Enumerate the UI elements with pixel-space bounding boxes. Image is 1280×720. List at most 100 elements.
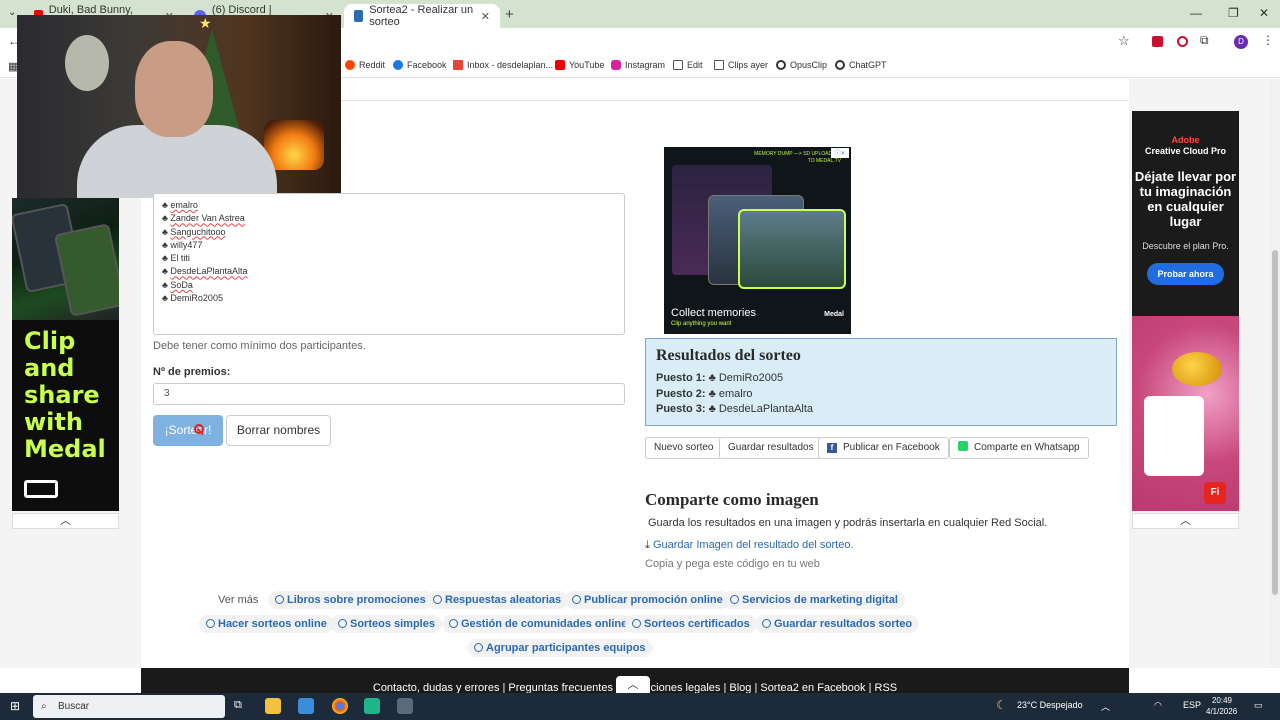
folder-icon: [714, 60, 724, 70]
plus-circle-icon: [206, 619, 215, 628]
link-pill[interactable]: Servicios de marketing digital: [723, 591, 905, 609]
whatsapp-icon: [958, 441, 968, 451]
participants-hint: Debe tener como mínimo dos participantes…: [153, 340, 366, 352]
tab-list-chevron-icon[interactable]: ⌄: [8, 7, 16, 18]
extension-icon-1[interactable]: [1152, 36, 1163, 47]
plus-circle-icon: [730, 595, 739, 604]
bookmark-instagram[interactable]: Instagram: [611, 60, 665, 70]
plus-circle-icon: [632, 619, 641, 628]
save-image-link[interactable]: ⤓ Guardar Imagen del resultado del sorte…: [645, 539, 854, 552]
star-icon: ★: [199, 15, 212, 31]
save-results-button[interactable]: Guardar resultados: [719, 437, 823, 459]
facebook-icon: [393, 60, 403, 70]
link-pill[interactable]: Hacer sorteos online: [199, 615, 334, 633]
menu-icon[interactable]: ⋮: [1262, 33, 1274, 47]
close-window-icon[interactable]: ✕: [1259, 6, 1269, 20]
bookmark-facebook[interactable]: Facebook: [393, 60, 447, 70]
minimize-icon[interactable]: —: [1190, 6, 1202, 20]
download-icon: ⤓: [645, 539, 650, 551]
link-pill[interactable]: Agrupar participantes equipos: [467, 639, 653, 657]
link-pill[interactable]: Sorteos certificados: [625, 615, 757, 633]
bookmark-edit[interactable]: Edit: [673, 60, 703, 70]
list-item: ♣ El titi: [162, 253, 190, 264]
weather-text[interactable]: 23°C Despejado: [1017, 700, 1083, 710]
link-pill[interactable]: Publicar promoción online: [565, 591, 730, 609]
medal-ad-middle[interactable]: MEMORY DUMP —> SD UPLOADING TO MEDAL.TV …: [664, 147, 851, 334]
extensions-puzzle-icon[interactable]: ⧉: [1200, 33, 1209, 48]
task-view-icon[interactable]: ⧉: [234, 699, 242, 712]
list-item: ♣ Sanguchitooo: [162, 226, 226, 237]
chrome-icon[interactable]: [332, 698, 348, 714]
link-pill[interactable]: Gestión de comunidades online: [442, 615, 635, 633]
adobe-ad-right[interactable]: Adobe Creative Cloud Pro Déjate llevar po…: [1132, 111, 1239, 511]
file-explorer-icon[interactable]: [265, 698, 281, 714]
ad-choices-icon[interactable]: ⓘ✕: [831, 148, 849, 158]
link-pill[interactable]: Libros sobre promociones: [268, 591, 433, 609]
bookmark-clips-ayer[interactable]: Clips ayer: [714, 60, 768, 70]
link-pill[interactable]: Sorteos simples: [331, 615, 442, 633]
link-pill[interactable]: Guardar resultados sorteo: [755, 615, 920, 633]
new-draw-button[interactable]: Nuevo sorteo: [645, 437, 723, 459]
medal-logo-icon: Medal: [824, 311, 844, 318]
firefly-logo-icon: Fi: [1204, 482, 1226, 504]
tab-sortea2[interactable]: Sortea2 - Realizar un sorteo ✕: [344, 4, 500, 28]
results-panel: Resultados del sorteo Puesto 1: ♣ DemiRo…: [645, 338, 1117, 426]
see-more-label: Ver más: [218, 594, 259, 606]
bookmark-youtube[interactable]: YouTube: [555, 60, 604, 70]
results-title: Resultados del sorteo: [656, 347, 801, 364]
windows-start-icon[interactable]: ⊞: [10, 699, 20, 713]
winner-row: Puesto 2: ♣ emalro: [656, 387, 753, 400]
participants-textarea[interactable]: ♣ emalro ♣ Zander Van Astrea ♣ Sanguchit…: [153, 193, 625, 335]
network-icon[interactable]: ◠: [1154, 700, 1162, 711]
ad-bee-image: Fi: [1132, 316, 1239, 511]
collapse-ad-left-button[interactable]: ︿: [12, 513, 119, 529]
bookmark-reddit[interactable]: Reddit: [345, 60, 385, 70]
new-tab-icon[interactable]: +: [505, 6, 514, 23]
sortea2-icon: [354, 10, 364, 22]
link-pill[interactable]: Respuestas aleatorias: [426, 591, 569, 609]
calculator-icon[interactable]: [397, 698, 413, 714]
instagram-icon: [611, 60, 621, 70]
app-icon[interactable]: [298, 698, 314, 714]
taskbar-search[interactable]: ⌕ Buscar: [33, 695, 225, 718]
ad-headline: Clip and share with Medal: [24, 327, 106, 463]
search-icon: ⌕: [41, 701, 47, 712]
clear-names-button[interactable]: Borrar nombres: [226, 415, 331, 446]
medal-ad-left[interactable]: Clip and share with Medal: [12, 198, 119, 511]
close-icon[interactable]: ✕: [481, 10, 490, 23]
gmail-icon: [453, 60, 463, 70]
app-icon[interactable]: [364, 698, 380, 714]
star-icon[interactable]: ☆: [1118, 33, 1130, 49]
ad-phones-image: [12, 198, 119, 320]
notifications-icon[interactable]: ▭: [1254, 700, 1263, 711]
share-text: Guarda los resultados en una imagen y po…: [648, 517, 1048, 529]
scrollbar-thumb[interactable]: [1272, 250, 1278, 595]
winner-row: Puesto 3: ♣ DesdeLaPlantaAlta: [656, 403, 814, 415]
list-item: ♣ DesdeLaPlantaAlta: [162, 266, 248, 277]
language-indicator[interactable]: ESP: [1183, 700, 1201, 710]
chatgpt-icon: [835, 60, 845, 70]
draw-button[interactable]: ¡Sortear!: [153, 415, 223, 446]
bookmark-inbox[interactable]: Inbox - desdelaplan...: [453, 60, 553, 70]
plus-circle-icon: [474, 643, 483, 652]
collapse-ad-right-button[interactable]: ︿: [1132, 513, 1239, 529]
extension-icon-2[interactable]: [1177, 36, 1188, 47]
profile-avatar[interactable]: D: [1234, 35, 1248, 49]
plus-circle-icon: [449, 619, 458, 628]
winner-row: Puesto 1: ♣ DemiRo2005: [656, 372, 784, 384]
bookmark-opusclip[interactable]: OpusClip: [776, 60, 827, 70]
tray-chevron-icon[interactable]: ︿: [1101, 700, 1110, 713]
scroll-to-top-button[interactable]: ︿: [616, 676, 650, 693]
publish-facebook-button[interactable]: f Publicar en Facebook: [818, 437, 949, 459]
list-item: ♣ SoDa: [162, 279, 193, 290]
clock[interactable]: 20:49 4/1/2026: [1206, 695, 1237, 717]
ad-cta-button[interactable]: Probar ahora: [1147, 263, 1224, 285]
restore-icon[interactable]: ❐: [1228, 6, 1239, 20]
bookmark-chatgpt[interactable]: ChatGPT: [835, 60, 887, 70]
plus-circle-icon: [338, 619, 347, 628]
share-whatsapp-button[interactable]: Comparte en Whatsapp: [949, 437, 1089, 459]
prizes-input[interactable]: 3: [153, 383, 625, 405]
folder-icon: [673, 60, 683, 70]
plus-circle-icon: [762, 619, 771, 628]
list-item: ♣ DemiRo2005: [162, 293, 223, 304]
